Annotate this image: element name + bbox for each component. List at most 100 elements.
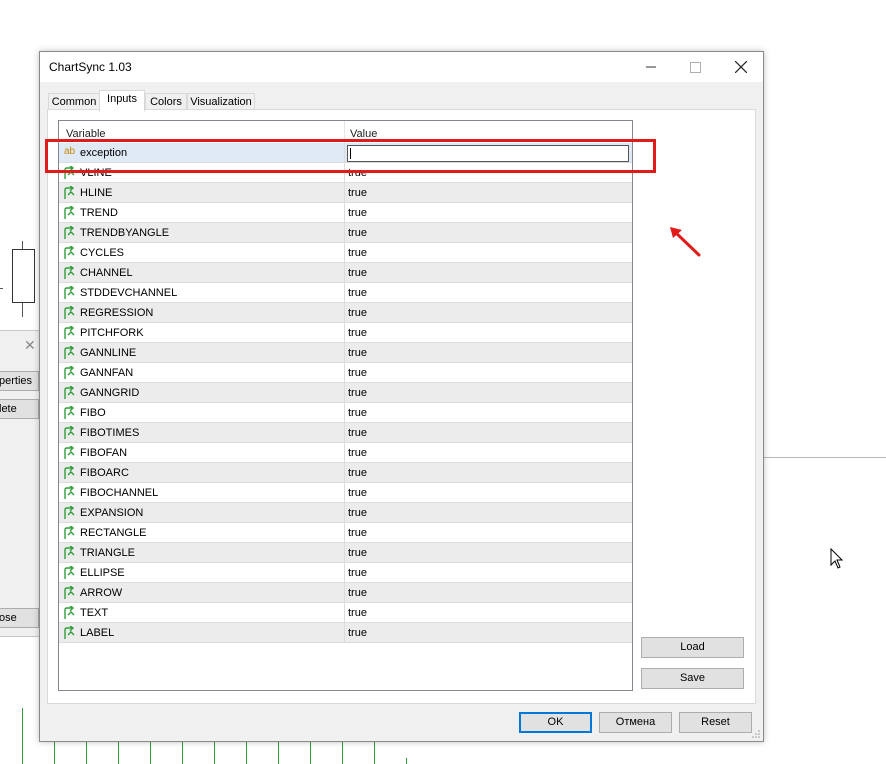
candle-body [12, 249, 35, 303]
minimize-icon [645, 66, 656, 68]
variable-value[interactable]: true [348, 287, 367, 299]
table-row[interactable]: TEXT true [59, 603, 632, 623]
close-button[interactable] [718, 52, 763, 82]
variable-name: TREND [80, 207, 118, 219]
cell-separator [344, 363, 345, 382]
table-row[interactable]: ELLIPSE true [59, 563, 632, 583]
variable-value[interactable]: true [348, 367, 367, 379]
variable-value[interactable]: true [348, 307, 367, 319]
bool-type-icon [64, 266, 75, 279]
variable-name: ELLIPSE [80, 567, 125, 579]
variable-value[interactable]: true [348, 327, 367, 339]
variable-name: LABEL [80, 627, 115, 639]
variable-value[interactable]: true [348, 427, 367, 439]
cancel-button[interactable]: Отмена [599, 712, 672, 733]
table-row[interactable]: PITCHFORK true [59, 323, 632, 343]
volume-bar [310, 742, 311, 764]
resize-grip-icon[interactable] [751, 729, 761, 739]
table-row[interactable]: LABEL true [59, 623, 632, 643]
properties-button[interactable]: perties [0, 371, 39, 391]
variable-value[interactable]: true [348, 267, 367, 279]
variable-value[interactable]: true [348, 547, 367, 559]
cell-separator [344, 243, 345, 262]
variable-value[interactable]: true [348, 487, 367, 499]
tab-inputs[interactable]: Inputs [99, 90, 145, 112]
dialog-title: ChartSync 1.03 [49, 60, 132, 74]
cell-separator [344, 563, 345, 582]
variable-value[interactable]: true [348, 407, 367, 419]
variable-value[interactable]: true [348, 567, 367, 579]
table-row[interactable]: CHANNEL true [59, 263, 632, 283]
bool-type-icon [64, 286, 75, 299]
volume-bar [86, 742, 87, 764]
table-row[interactable]: FIBOTIMES true [59, 423, 632, 443]
variable-value[interactable]: true [348, 187, 367, 199]
delete-button[interactable]: lete [0, 399, 39, 419]
table-row[interactable]: GANNGRID true [59, 383, 632, 403]
bool-type-icon [64, 246, 75, 259]
table-row[interactable]: HLINE true [59, 183, 632, 203]
volume-bar [246, 742, 247, 764]
save-button[interactable]: Save [641, 668, 744, 689]
table-row[interactable]: FIBO true [59, 403, 632, 423]
variable-value[interactable]: true [348, 587, 367, 599]
volume-bar [22, 708, 23, 764]
maximize-button[interactable] [673, 52, 718, 82]
close-icon[interactable]: ✕ [24, 337, 36, 354]
cell-separator [344, 183, 345, 202]
bool-type-icon [64, 306, 75, 319]
minimize-button[interactable] [628, 52, 673, 82]
variable-value[interactable]: true [348, 207, 367, 219]
ok-button[interactable]: OK [519, 712, 592, 733]
volume-bar [374, 742, 375, 764]
cell-separator [344, 343, 345, 362]
variable-value[interactable]: true [348, 607, 367, 619]
table-row[interactable]: EXPANSION true [59, 503, 632, 523]
table-row[interactable]: REGRESSION true [59, 303, 632, 323]
bool-type-icon [64, 606, 75, 619]
volume-bar [182, 742, 183, 764]
cell-separator [344, 223, 345, 242]
table-row[interactable]: STDDEVCHANNEL true [59, 283, 632, 303]
variable-value[interactable]: true [348, 227, 367, 239]
variable-name: GANNFAN [80, 367, 134, 379]
bool-type-icon [64, 206, 75, 219]
cell-separator [344, 603, 345, 622]
load-button[interactable]: Load [641, 637, 744, 658]
close-button[interactable]: ose [0, 608, 39, 628]
variable-value[interactable]: true [348, 447, 367, 459]
volume-bar [214, 742, 215, 764]
table-row[interactable]: FIBOFAN true [59, 443, 632, 463]
variable-value[interactable]: true [348, 507, 367, 519]
variable-value[interactable]: true [348, 387, 367, 399]
table-row[interactable]: ARROW true [59, 583, 632, 603]
table-row[interactable]: CYCLES true [59, 243, 632, 263]
table-row[interactable]: RECTANGLE true [59, 523, 632, 543]
variable-name: PITCHFORK [80, 327, 144, 339]
reset-button[interactable]: Reset [679, 712, 752, 733]
variable-value[interactable]: true [348, 627, 367, 639]
cell-separator [344, 283, 345, 302]
table-row[interactable]: TREND true [59, 203, 632, 223]
table-row[interactable]: GANNLINE true [59, 343, 632, 363]
variable-value[interactable]: true [348, 467, 367, 479]
variable-name: CHANNEL [80, 267, 133, 279]
variable-name: GANNGRID [80, 387, 140, 399]
cell-separator [344, 483, 345, 502]
variable-value[interactable]: true [348, 247, 367, 259]
table-row[interactable]: TRENDBYANGLE true [59, 223, 632, 243]
table-row[interactable]: GANNFAN true [59, 363, 632, 383]
variable-value[interactable]: true [348, 527, 367, 539]
mouse-cursor-icon [830, 548, 844, 569]
bool-type-icon [64, 226, 75, 239]
table-row[interactable]: FIBOCHANNEL true [59, 483, 632, 503]
table-row[interactable]: TRIANGLE true [59, 543, 632, 563]
cell-separator [344, 203, 345, 222]
volume-bar [406, 758, 407, 764]
inputs-grid[interactable]: Variable Value ab exception VLINE true HLINE… [58, 120, 633, 691]
variable-name: FIBOARC [80, 467, 129, 479]
variable-value[interactable]: true [348, 347, 367, 359]
title-bar[interactable]: ChartSync 1.03 [40, 52, 763, 82]
table-row[interactable]: FIBOARC true [59, 463, 632, 483]
bool-type-icon [64, 486, 75, 499]
